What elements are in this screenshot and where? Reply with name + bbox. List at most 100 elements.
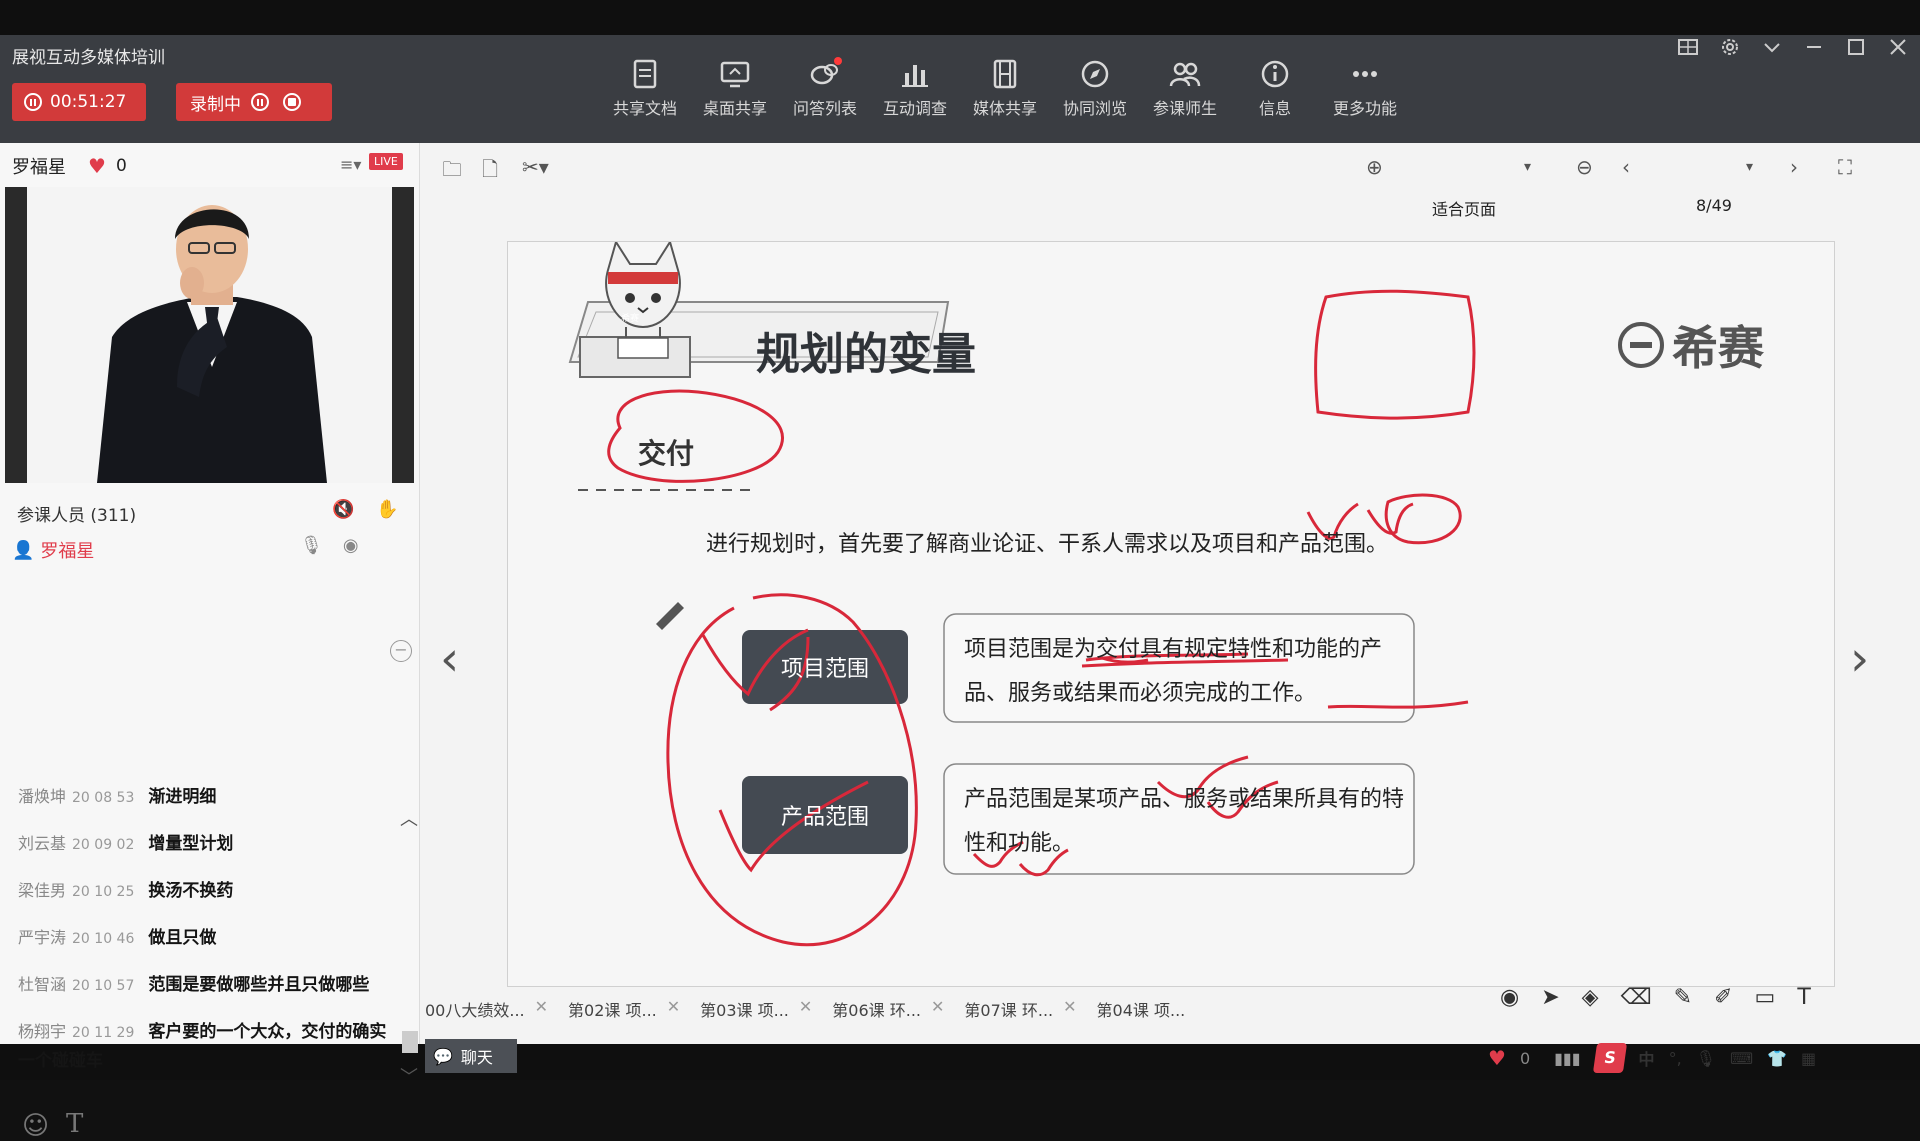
doc-tab[interactable]: 第04课 项...: [1097, 997, 1186, 1021]
presenter-video: [5, 187, 414, 483]
select-arrow-icon[interactable]: ➤: [1541, 985, 1559, 1010]
raise-hand-icon[interactable]: ✋: [376, 499, 398, 520]
eraser-icon[interactable]: ◈: [1582, 985, 1599, 1010]
webcam-icon[interactable]: ◉: [343, 535, 359, 556]
app-title: 展视互动多媒体培训: [12, 48, 165, 68]
highlighter-icon[interactable]: ✐: [1714, 985, 1732, 1010]
file-icon[interactable]: 🗋: [482, 155, 498, 189]
tab-close-icon[interactable]: ✕: [535, 997, 548, 1021]
slide-canvas[interactable]: 规划的变量 希赛 希赛 交付 进行规划时，首先要了解商业论证、干系人需求以及项目…: [507, 239, 1835, 987]
collapse-icon[interactable]: −: [390, 640, 412, 662]
clear-icon[interactable]: ⌫: [1621, 985, 1652, 1010]
toolbar-label: 问答列表: [792, 99, 857, 118]
top-bar: 展视互动多媒体培训 00:51:27 录制中 共享文档 桌面共享 问答列表 互动…: [0, 35, 1920, 143]
punctuation-icon[interactable]: °,: [1669, 1049, 1682, 1068]
participant-actions: 🔇 ✋: [332, 499, 399, 520]
toolbar-more[interactable]: 更多功能: [1320, 57, 1410, 119]
scrollbar-thumb[interactable]: [402, 1031, 418, 1053]
survey-chart-icon: [898, 57, 932, 91]
tab-close-icon[interactable]: ✕: [931, 997, 944, 1021]
document-tabs: 00八大绩效... ✕ 第02课 项... ✕ 第03课 项... ✕ 第06课 环.…: [425, 997, 1185, 1021]
sogou-ime-icon[interactable]: S: [1592, 1043, 1627, 1073]
heart-icon[interactable]: ♥: [88, 154, 106, 178]
compass-icon: [1078, 57, 1112, 91]
document-share-icon: [628, 57, 662, 91]
stop-recording-icon[interactable]: [283, 93, 301, 111]
ime-mode[interactable]: 中: [1639, 1046, 1655, 1070]
toolbar-qa-list[interactable]: 问答列表: [780, 57, 870, 119]
tab-close-icon[interactable]: ✕: [667, 997, 680, 1021]
pause-timer-button[interactable]: 00:51:27: [12, 83, 146, 121]
people-icon: [1168, 57, 1202, 91]
toolbar-share-doc[interactable]: 共享文档: [600, 57, 690, 119]
toolbar-desktop-share[interactable]: 桌面共享: [690, 57, 780, 119]
maximize-icon[interactable]: [1844, 35, 1868, 59]
toolbar-co-browse[interactable]: 协同浏览: [1050, 57, 1140, 119]
keyboard-icon[interactable]: ⌨: [1730, 1049, 1753, 1068]
doc-tab[interactable]: 第07课 环... ✕: [964, 997, 1076, 1021]
close-icon[interactable]: [1886, 35, 1910, 59]
toolbar-label: 共享文档: [612, 99, 677, 118]
tab-close-icon[interactable]: ✕: [1063, 997, 1076, 1021]
zoom-mode-select[interactable]: 适合页面: [1432, 196, 1496, 220]
presenter-controls: 🎙 ◉: [300, 535, 359, 556]
tab-close-icon[interactable]: ✕: [799, 997, 812, 1021]
toolbar-info[interactable]: 信息: [1230, 57, 1320, 119]
next-page-icon[interactable]: ›: [1790, 155, 1798, 179]
doc-tab[interactable]: 第02课 项... ✕: [568, 997, 680, 1021]
mic-icon[interactable]: 🎙: [1696, 1049, 1716, 1068]
intro-text: 进行规划时，首先要了解商业论证、干系人需求以及项目和产品范围。: [706, 532, 1389, 557]
prev-page-icon[interactable]: ‹: [1622, 155, 1630, 179]
presenter-row[interactable]: 👤 罗福星: [12, 537, 94, 563]
doc-tab[interactable]: 第06课 环... ✕: [832, 997, 944, 1021]
skin-icon[interactable]: 👕: [1767, 1049, 1787, 1068]
scissors-icon[interactable]: ✂▾: [522, 155, 549, 179]
window-controls: [1676, 35, 1910, 59]
apps-grid-icon[interactable]: ▦: [1801, 1049, 1816, 1068]
emoji-icon[interactable]: ☺: [22, 1111, 49, 1141]
chevron-down-icon[interactable]: [1760, 35, 1784, 59]
layout-icon[interactable]: [1676, 35, 1700, 59]
toolbar-label: 参课师生: [1152, 99, 1217, 118]
live-badge: LIVE: [369, 153, 403, 170]
text-format-icon[interactable]: T: [66, 1109, 83, 1139]
scroll-up-icon[interactable]: ︿: [400, 805, 418, 831]
toolbar-label: 媒体共享: [972, 99, 1037, 118]
laser-pointer-icon[interactable]: ◉: [1500, 985, 1519, 1010]
folder-open-icon[interactable]: 🗀: [442, 155, 462, 189]
page-indicator[interactable]: 8/49: [1696, 196, 1732, 215]
pause-recording-icon[interactable]: [251, 93, 269, 111]
page-dropdown-icon[interactable]: ▾: [1746, 159, 1753, 175]
toolbar-attendees[interactable]: 参课师生: [1140, 57, 1230, 119]
mute-all-icon[interactable]: 🔇: [332, 499, 354, 520]
zoom-dropdown-icon[interactable]: ▾: [1524, 159, 1531, 175]
chat-button[interactable]: 💬 聊天: [425, 1039, 517, 1073]
toolbar-media-share[interactable]: 媒体共享: [960, 57, 1050, 119]
fullscreen-icon[interactable]: ⛶: [1838, 155, 1852, 179]
rectangle-icon[interactable]: ▭: [1755, 985, 1776, 1010]
zoom-in-icon[interactable]: ⊕: [1366, 155, 1383, 179]
minimize-icon[interactable]: [1802, 35, 1826, 59]
prev-slide-arrow-icon[interactable]: ‹: [440, 631, 459, 687]
recording-label: 录制中: [190, 94, 241, 115]
participants-count: 参课人员 (311): [17, 506, 137, 526]
chat-message: 刘云基 20 09 02 增量型计划: [18, 834, 234, 854]
next-slide-arrow-icon[interactable]: ›: [1850, 631, 1869, 687]
pen-cursor-icon: [656, 602, 684, 630]
desktop-share-icon: [718, 57, 752, 91]
zoom-out-icon[interactable]: ⊖: [1576, 155, 1593, 179]
notification-dot: [834, 57, 842, 65]
text-tool-icon[interactable]: T: [1797, 985, 1810, 1010]
pen-icon[interactable]: ✎: [1674, 985, 1692, 1010]
status-like-count: 0: [1519, 1048, 1531, 1068]
list-menu-icon[interactable]: ≡▾: [340, 155, 361, 174]
doc-tab[interactable]: 第03课 项... ✕: [700, 997, 812, 1021]
scroll-down-icon[interactable]: ﹀: [400, 1063, 418, 1089]
doc-tab[interactable]: 00八大绩效... ✕: [425, 997, 548, 1021]
microphone-icon[interactable]: 🎙: [300, 535, 323, 556]
toolbar-survey[interactable]: 互动调查: [870, 57, 960, 119]
host-name: 罗福星: [12, 157, 66, 178]
chat-button-label: 聊天: [460, 1048, 493, 1067]
heart-icon[interactable]: ♥: [1488, 1046, 1506, 1070]
settings-gear-icon[interactable]: [1718, 35, 1742, 59]
